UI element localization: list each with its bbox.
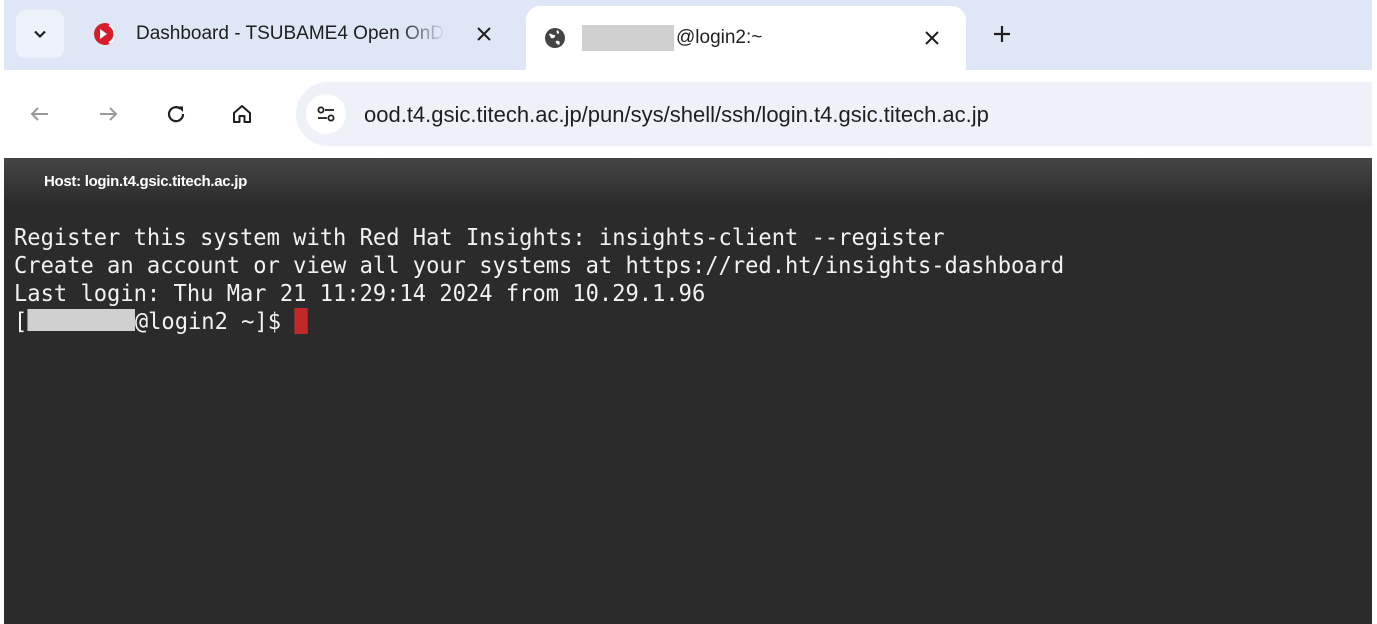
- terminal-line: Register this system with Red Hat Insigh…: [14, 225, 945, 251]
- terminal-cursor: [294, 308, 308, 334]
- redacted-username: [582, 25, 674, 51]
- arrow-right-icon: [100, 107, 118, 121]
- close-icon: [925, 31, 939, 45]
- close-icon: [477, 27, 491, 41]
- forward-button[interactable]: [90, 96, 126, 132]
- new-tab-button[interactable]: [986, 18, 1018, 50]
- tab-strip: Dashboard - TSUBAME4 Open OnDemand @logi…: [4, 0, 1372, 70]
- tab-title: Dashboard - TSUBAME4 Open OnDemand: [136, 23, 446, 44]
- plus-icon: [994, 26, 1010, 42]
- site-info-button[interactable]: [306, 94, 346, 134]
- reload-button[interactable]: [158, 96, 194, 132]
- host-label: Host: login.t4.gsic.titech.ac.jp: [44, 173, 247, 190]
- tune-icon: [317, 106, 335, 122]
- url-text[interactable]: ood.t4.gsic.titech.ac.jp/pun/sys/shell/s…: [364, 102, 989, 128]
- terminal-line: Last login: Thu Mar 21 11:29:14 2024 fro…: [14, 281, 706, 307]
- reload-icon: [167, 106, 185, 123]
- tab-close-button[interactable]: [918, 24, 946, 52]
- terminal-prompt-line: [ @login2 ~]$: [14, 308, 308, 336]
- tab-close-button[interactable]: [470, 20, 498, 48]
- redacted-username: [27, 309, 135, 331]
- tab-title: @login2:~: [676, 27, 763, 48]
- terminal-header: Host: login.t4.gsic.titech.ac.jp: [4, 158, 1372, 206]
- ood-logo-icon: [94, 23, 116, 45]
- home-icon: [233, 105, 251, 123]
- arrow-left-icon: [30, 107, 48, 121]
- tab-dashboard[interactable]: Dashboard - TSUBAME4 Open OnDemand: [84, 10, 514, 58]
- prompt-text: @login2 ~]$: [134, 309, 295, 335]
- terminal-line: Create an account or view all your syste…: [14, 253, 1065, 279]
- back-button[interactable]: [22, 96, 58, 132]
- terminal-screen[interactable]: Register this system with Red Hat Insigh…: [4, 206, 1372, 624]
- home-button[interactable]: [224, 96, 260, 132]
- chevron-down-icon: [34, 30, 46, 39]
- browser-toolbar: ood.t4.gsic.titech.ac.jp/pun/sys/shell/s…: [4, 70, 1372, 158]
- tab-shell[interactable]: @login2:~: [526, 6, 966, 70]
- globe-icon: [545, 28, 565, 48]
- address-bar[interactable]: ood.t4.gsic.titech.ac.jp/pun/sys/shell/s…: [296, 82, 1372, 146]
- prompt-bracket: [: [14, 309, 28, 335]
- tab-search-button[interactable]: [16, 10, 64, 58]
